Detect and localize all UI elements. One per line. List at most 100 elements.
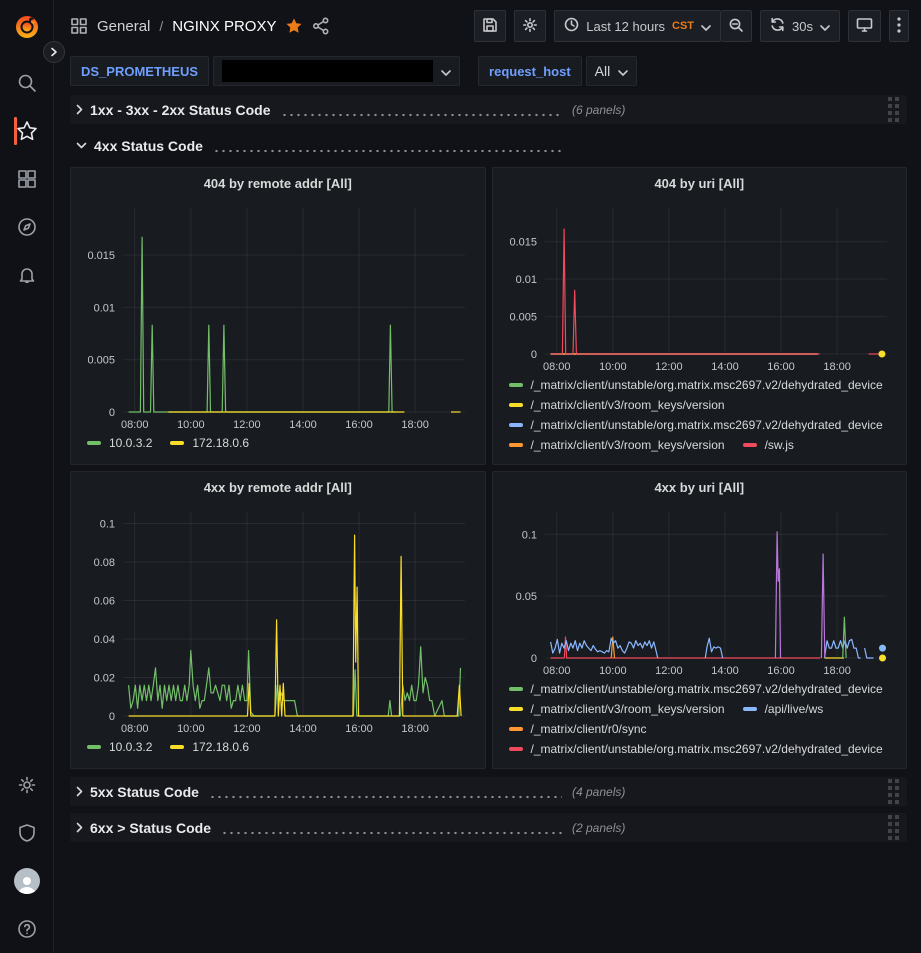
apps-grid-icon[interactable]	[70, 17, 88, 35]
legend-item[interactable]: /_matrix/client/r0/sync	[509, 722, 647, 736]
sidebar-item-help[interactable]	[0, 905, 54, 953]
search-icon	[16, 72, 38, 94]
zoom-out-time-button[interactable]	[721, 10, 752, 42]
chevron-down-icon	[701, 19, 711, 34]
panel-plot-area[interactable]: 00.0050.010.01508:0010:0012:0014:0016:00…	[77, 198, 479, 434]
svg-text:0: 0	[530, 653, 536, 665]
panel-plot-area[interactable]: 00.050.108:0010:0012:0014:0016:0018:00	[499, 502, 901, 680]
panel-title[interactable]: 404 by remote addr [All]	[77, 168, 479, 198]
shield-icon	[16, 822, 38, 844]
svg-text:12:00: 12:00	[233, 723, 261, 735]
legend-label: /_matrix/client/unstable/org.matrix.msc2…	[531, 742, 883, 756]
panel-legend: 10.0.3.2 172.18.0.6	[77, 434, 479, 464]
legend-label: 172.18.0.6	[192, 436, 249, 450]
legend-swatch	[87, 745, 101, 749]
row-drag-handle[interactable]	[888, 815, 899, 840]
legend-swatch	[509, 727, 523, 731]
panel-legend: /_matrix/client/unstable/org.matrix.msc2…	[499, 376, 901, 464]
bell-icon	[16, 264, 38, 286]
row-dotted-leader	[209, 795, 562, 799]
legend-item[interactable]: /sw.js	[743, 438, 794, 452]
sidebar-item-search[interactable]	[0, 59, 54, 107]
variable-ds-prometheus-label[interactable]: DS_PROMETHEUS	[70, 56, 209, 86]
legend-item[interactable]: 172.18.0.6	[170, 436, 249, 450]
row-drag-handle[interactable]	[888, 779, 899, 804]
cycle-view-mode-button[interactable]	[848, 10, 881, 42]
legend-item[interactable]: 10.0.3.2	[87, 436, 152, 450]
refresh-interval-label: 30s	[792, 19, 813, 34]
legend-item[interactable]: /api/live/ws	[743, 702, 824, 716]
legend-item[interactable]: /_matrix/client/unstable/org.matrix.msc2…	[509, 378, 883, 392]
sidebar-item-configuration[interactable]	[0, 761, 54, 809]
panel-plot-area[interactable]: 00.0050.010.01508:0010:0012:0014:0016:00…	[499, 198, 901, 376]
breadcrumb-divider: /	[159, 18, 163, 34]
svg-text:0.08: 0.08	[94, 557, 115, 569]
sidebar-item-alerting[interactable]	[0, 251, 54, 299]
svg-text:0.04: 0.04	[94, 634, 115, 646]
grafana-app: General / NGINX PROXY	[0, 0, 921, 953]
svg-text:08:00: 08:00	[121, 723, 149, 735]
variable-ds-prometheus-value-dropdown[interactable]	[213, 56, 460, 86]
variable-request-host-label[interactable]: request_host	[478, 56, 582, 86]
legend-item[interactable]: /_matrix/client/v3/room_keys/version	[509, 398, 725, 412]
svg-text:18:00: 18:00	[823, 665, 851, 677]
compass-icon	[16, 216, 38, 238]
grafana-logo-icon[interactable]	[14, 14, 40, 45]
row-dotted-leader	[281, 113, 562, 117]
save-dashboard-button[interactable]	[474, 10, 506, 42]
dashboard-settings-button[interactable]	[514, 10, 546, 42]
row-drag-handle[interactable]	[888, 97, 899, 122]
row-header-4xx[interactable]: 4xx Status Code	[70, 131, 907, 160]
svg-text:10:00: 10:00	[177, 723, 205, 735]
breadcrumb-title[interactable]: NGINX PROXY	[172, 18, 276, 35]
panel-4xx-by-uri: 4xx by uri [All] 00.050.108:0010:0012:00…	[492, 471, 908, 769]
svg-text:14:00: 14:00	[289, 419, 317, 431]
legend-swatch	[509, 423, 523, 427]
legend-item[interactable]: /_matrix/client/v3/room_keys/version	[509, 702, 725, 716]
star-outline-icon	[15, 119, 39, 143]
legend-swatch	[170, 441, 184, 445]
svg-text:08:00: 08:00	[543, 361, 571, 373]
svg-text:10:00: 10:00	[177, 419, 205, 431]
sidebar-item-profile[interactable]	[0, 857, 54, 905]
legend-item[interactable]: 10.0.3.2	[87, 740, 152, 754]
row-header-6xx[interactable]: 6xx > Status Code (2 panels)	[70, 813, 907, 842]
row-header-1xx[interactable]: 1xx - 3xx - 2xx Status Code (6 panels)	[70, 95, 907, 124]
legend-item[interactable]: /_matrix/client/v3/room_keys/version	[509, 438, 725, 452]
breadcrumb-section[interactable]: General	[97, 18, 150, 35]
favorite-star-icon[interactable]	[285, 17, 303, 35]
panel-legend: /_matrix/client/unstable/org.matrix.msc2…	[499, 680, 901, 768]
variable-request-host-value-dropdown[interactable]: All	[586, 56, 638, 86]
legend-item[interactable]: /_matrix/client/unstable/org.matrix.msc2…	[509, 682, 883, 696]
settings-gear-icon	[522, 17, 538, 36]
refresh-interval-picker[interactable]: 30s	[760, 10, 840, 42]
time-range-picker[interactable]: Last 12 hours CST	[554, 10, 721, 42]
sidebar-expand-button[interactable]	[43, 41, 65, 63]
svg-text:0.005: 0.005	[509, 312, 537, 324]
svg-text:0.015: 0.015	[509, 237, 537, 249]
svg-text:0.01: 0.01	[515, 274, 536, 286]
svg-text:18:00: 18:00	[823, 361, 851, 373]
legend-swatch	[509, 403, 523, 407]
kebab-menu-button[interactable]	[889, 10, 909, 42]
row-panels-count: (6 panels)	[572, 103, 625, 117]
row-title: 6xx > Status Code	[90, 820, 211, 836]
legend-label: /_matrix/client/v3/room_keys/version	[531, 702, 725, 716]
panel-404-by-remote-addr: 404 by remote addr [All] 00.0050.010.015…	[70, 167, 486, 465]
share-icon[interactable]	[312, 17, 330, 35]
panel-title[interactable]: 4xx by uri [All]	[499, 472, 901, 502]
help-icon	[16, 918, 38, 940]
panel-plot-area[interactable]: 00.020.040.060.080.108:0010:0012:0014:00…	[77, 502, 479, 738]
row-header-5xx[interactable]: 5xx Status Code (4 panels)	[70, 777, 907, 806]
sidebar-item-explore[interactable]	[0, 203, 54, 251]
sidebar-item-server-admin[interactable]	[0, 809, 54, 857]
legend-item[interactable]: /_matrix/client/unstable/org.matrix.msc2…	[509, 418, 883, 432]
sidebar-item-starred[interactable]	[0, 107, 54, 155]
legend-item[interactable]: 172.18.0.6	[170, 740, 249, 754]
svg-text:10:00: 10:00	[599, 361, 627, 373]
panel-title[interactable]: 4xx by remote addr [All]	[77, 472, 479, 502]
sidebar-item-dashboards[interactable]	[0, 155, 54, 203]
panel-title[interactable]: 404 by uri [All]	[499, 168, 901, 198]
legend-item[interactable]: /_matrix/client/unstable/org.matrix.msc2…	[509, 742, 883, 756]
legend-label: 10.0.3.2	[109, 740, 152, 754]
